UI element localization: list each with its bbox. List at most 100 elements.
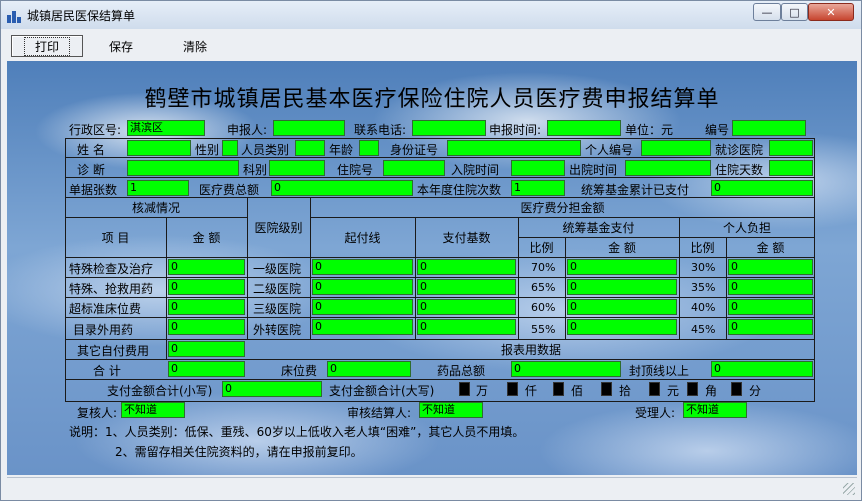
row-fund-amount-field[interactable]: 0 — [567, 279, 677, 295]
row-personal-amount-field[interactable]: 0 — [728, 319, 813, 335]
total-field[interactable]: 0 — [271, 180, 413, 196]
sex-label: 性别 — [195, 143, 220, 157]
row-base-field[interactable]: 0 — [417, 319, 516, 335]
row-amount-field[interactable]: 0 — [168, 279, 245, 295]
resize-grip-icon[interactable] — [843, 483, 855, 495]
other-field[interactable]: 0 — [168, 341, 245, 357]
hospital-label: 就诊医院 — [715, 143, 764, 157]
row-fund-amount-field[interactable]: 0 — [567, 299, 677, 315]
unit-wan: 万 — [476, 384, 489, 398]
receiver-field[interactable]: 不知道 — [683, 402, 747, 418]
area-code-field[interactable]: 淇滨区 — [127, 120, 205, 136]
auditor-label: 审核结算人: — [347, 406, 412, 420]
cumulative-field[interactable]: 0 — [711, 180, 813, 196]
level-header: 医院级别 — [254, 221, 303, 235]
row-level: 三级医院 — [253, 302, 302, 316]
category-field[interactable] — [295, 140, 325, 156]
date-field[interactable] — [547, 120, 621, 136]
unit-yuan: 元 — [667, 384, 680, 398]
row-fund-amount-field[interactable]: 0 — [567, 259, 677, 275]
diagnosis-field[interactable] — [127, 160, 239, 176]
amount-header: 金 额 — [192, 231, 221, 245]
maximize-button[interactable]: □ — [781, 3, 808, 21]
times-field[interactable]: 1 — [511, 180, 565, 196]
age-label: 年龄 — [329, 143, 354, 157]
receiver-label: 受理人: — [635, 406, 676, 420]
applicant-field[interactable] — [273, 120, 345, 136]
sex-field[interactable] — [222, 140, 238, 156]
dept-field[interactable] — [269, 160, 325, 176]
threshold-header: 起付线 — [344, 231, 381, 245]
reviewer-label: 复核人: — [77, 406, 118, 420]
unit-fen: 分 — [749, 384, 762, 398]
cap-field[interactable]: 0 — [711, 361, 813, 377]
row-personal-amount-field[interactable]: 0 — [728, 259, 813, 275]
reviewer-field[interactable]: 不知道 — [121, 402, 185, 418]
age-field[interactable] — [359, 140, 379, 156]
note-1: 说明：1、人员类别：低保、重残、60岁以上低收入老人填“困难”，其它人员不用填。 — [69, 425, 525, 439]
row-amount-field[interactable]: 0 — [168, 319, 245, 335]
days-field[interactable] — [769, 160, 813, 176]
total-label: 医疗费总额 — [199, 183, 260, 197]
name-field[interactable] — [127, 140, 191, 156]
row-level: 二级医院 — [253, 282, 302, 296]
form-panel: 鹤壁市城镇居民基本医疗保险住院人员医疗费申报结算单 行政区号: 淇滨区 申报人:… — [7, 61, 857, 475]
main-window: 城镇居民医保结算单 — □ ✕ 打印 保存 清除 鹤壁市城镇居民基本医疗保险住院… — [0, 0, 862, 501]
in-time-field[interactable] — [511, 160, 565, 176]
out-time-label: 出院时间 — [569, 163, 618, 177]
personal-header: 个人负担 — [722, 221, 771, 235]
row-level: 一级医院 — [253, 262, 302, 276]
digit-box-shi[interactable] — [601, 382, 612, 396]
id-field[interactable] — [447, 140, 581, 156]
personal-no-field[interactable] — [641, 140, 711, 156]
digit-box-qian[interactable] — [507, 382, 518, 396]
digit-box-wan[interactable] — [459, 382, 470, 396]
row-personal-amount-field[interactable]: 0 — [728, 279, 813, 295]
drug-field[interactable]: 0 — [511, 361, 621, 377]
bed-field[interactable]: 0 — [327, 361, 411, 377]
number-field[interactable] — [732, 120, 806, 136]
row-amount-field[interactable]: 0 — [168, 259, 245, 275]
phone-field[interactable] — [412, 120, 486, 136]
out-time-field[interactable] — [625, 160, 711, 176]
row-amount-field[interactable]: 0 — [168, 299, 245, 315]
row-personal-ratio: 45% — [691, 323, 716, 336]
hospital-field[interactable] — [769, 140, 813, 156]
phone-label: 联系电话: — [354, 123, 407, 137]
digit-box-yuan[interactable] — [649, 382, 660, 396]
digit-box-bai[interactable] — [553, 382, 564, 396]
digit-box-fen[interactable] — [731, 382, 742, 396]
close-button[interactable]: ✕ — [808, 3, 854, 21]
admission-no-field[interactable] — [383, 160, 445, 176]
note-2: 2、需留存相关住院资料的，请在申报前复印。 — [115, 445, 363, 459]
print-label: 打印 — [23, 36, 70, 56]
row-item: 特殊、抢救用药 — [69, 282, 154, 296]
row-personal-amount-field[interactable]: 0 — [728, 299, 813, 315]
sum-field[interactable]: 0 — [168, 361, 245, 377]
lower-total-label: 支付金额合计(小写) — [107, 384, 213, 398]
other-label: 其它自付费用 — [77, 344, 150, 358]
row-threshold-field[interactable]: 0 — [312, 259, 413, 275]
print-button[interactable]: 打印 — [11, 35, 83, 57]
digit-box-jiao[interactable] — [687, 382, 698, 396]
unit-jiao: 角 — [705, 384, 718, 398]
bills-label: 单据张数 — [69, 183, 118, 197]
row-threshold-field[interactable]: 0 — [312, 319, 413, 335]
row-base-field[interactable]: 0 — [417, 299, 516, 315]
row-item: 目录外用药 — [73, 323, 134, 337]
auditor-field[interactable]: 不知道 — [419, 402, 483, 418]
minimize-button[interactable]: — — [753, 3, 781, 21]
bills-field[interactable]: 1 — [127, 180, 189, 196]
clear-button[interactable]: 清除 — [159, 35, 231, 57]
lower-total-field[interactable]: 0 — [222, 381, 322, 397]
row-base-field[interactable]: 0 — [417, 259, 516, 275]
row-threshold-field[interactable]: 0 — [312, 279, 413, 295]
row-base-field[interactable]: 0 — [417, 279, 516, 295]
toolbar: 打印 保存 清除 — [7, 34, 857, 58]
dept-label: 科别 — [243, 163, 268, 177]
fund-amount-header: 金 额 — [608, 241, 636, 255]
window-title: 城镇居民医保结算单 — [27, 9, 136, 23]
row-threshold-field[interactable]: 0 — [312, 299, 413, 315]
row-fund-amount-field[interactable]: 0 — [567, 319, 677, 335]
save-button[interactable]: 保存 — [85, 35, 157, 57]
